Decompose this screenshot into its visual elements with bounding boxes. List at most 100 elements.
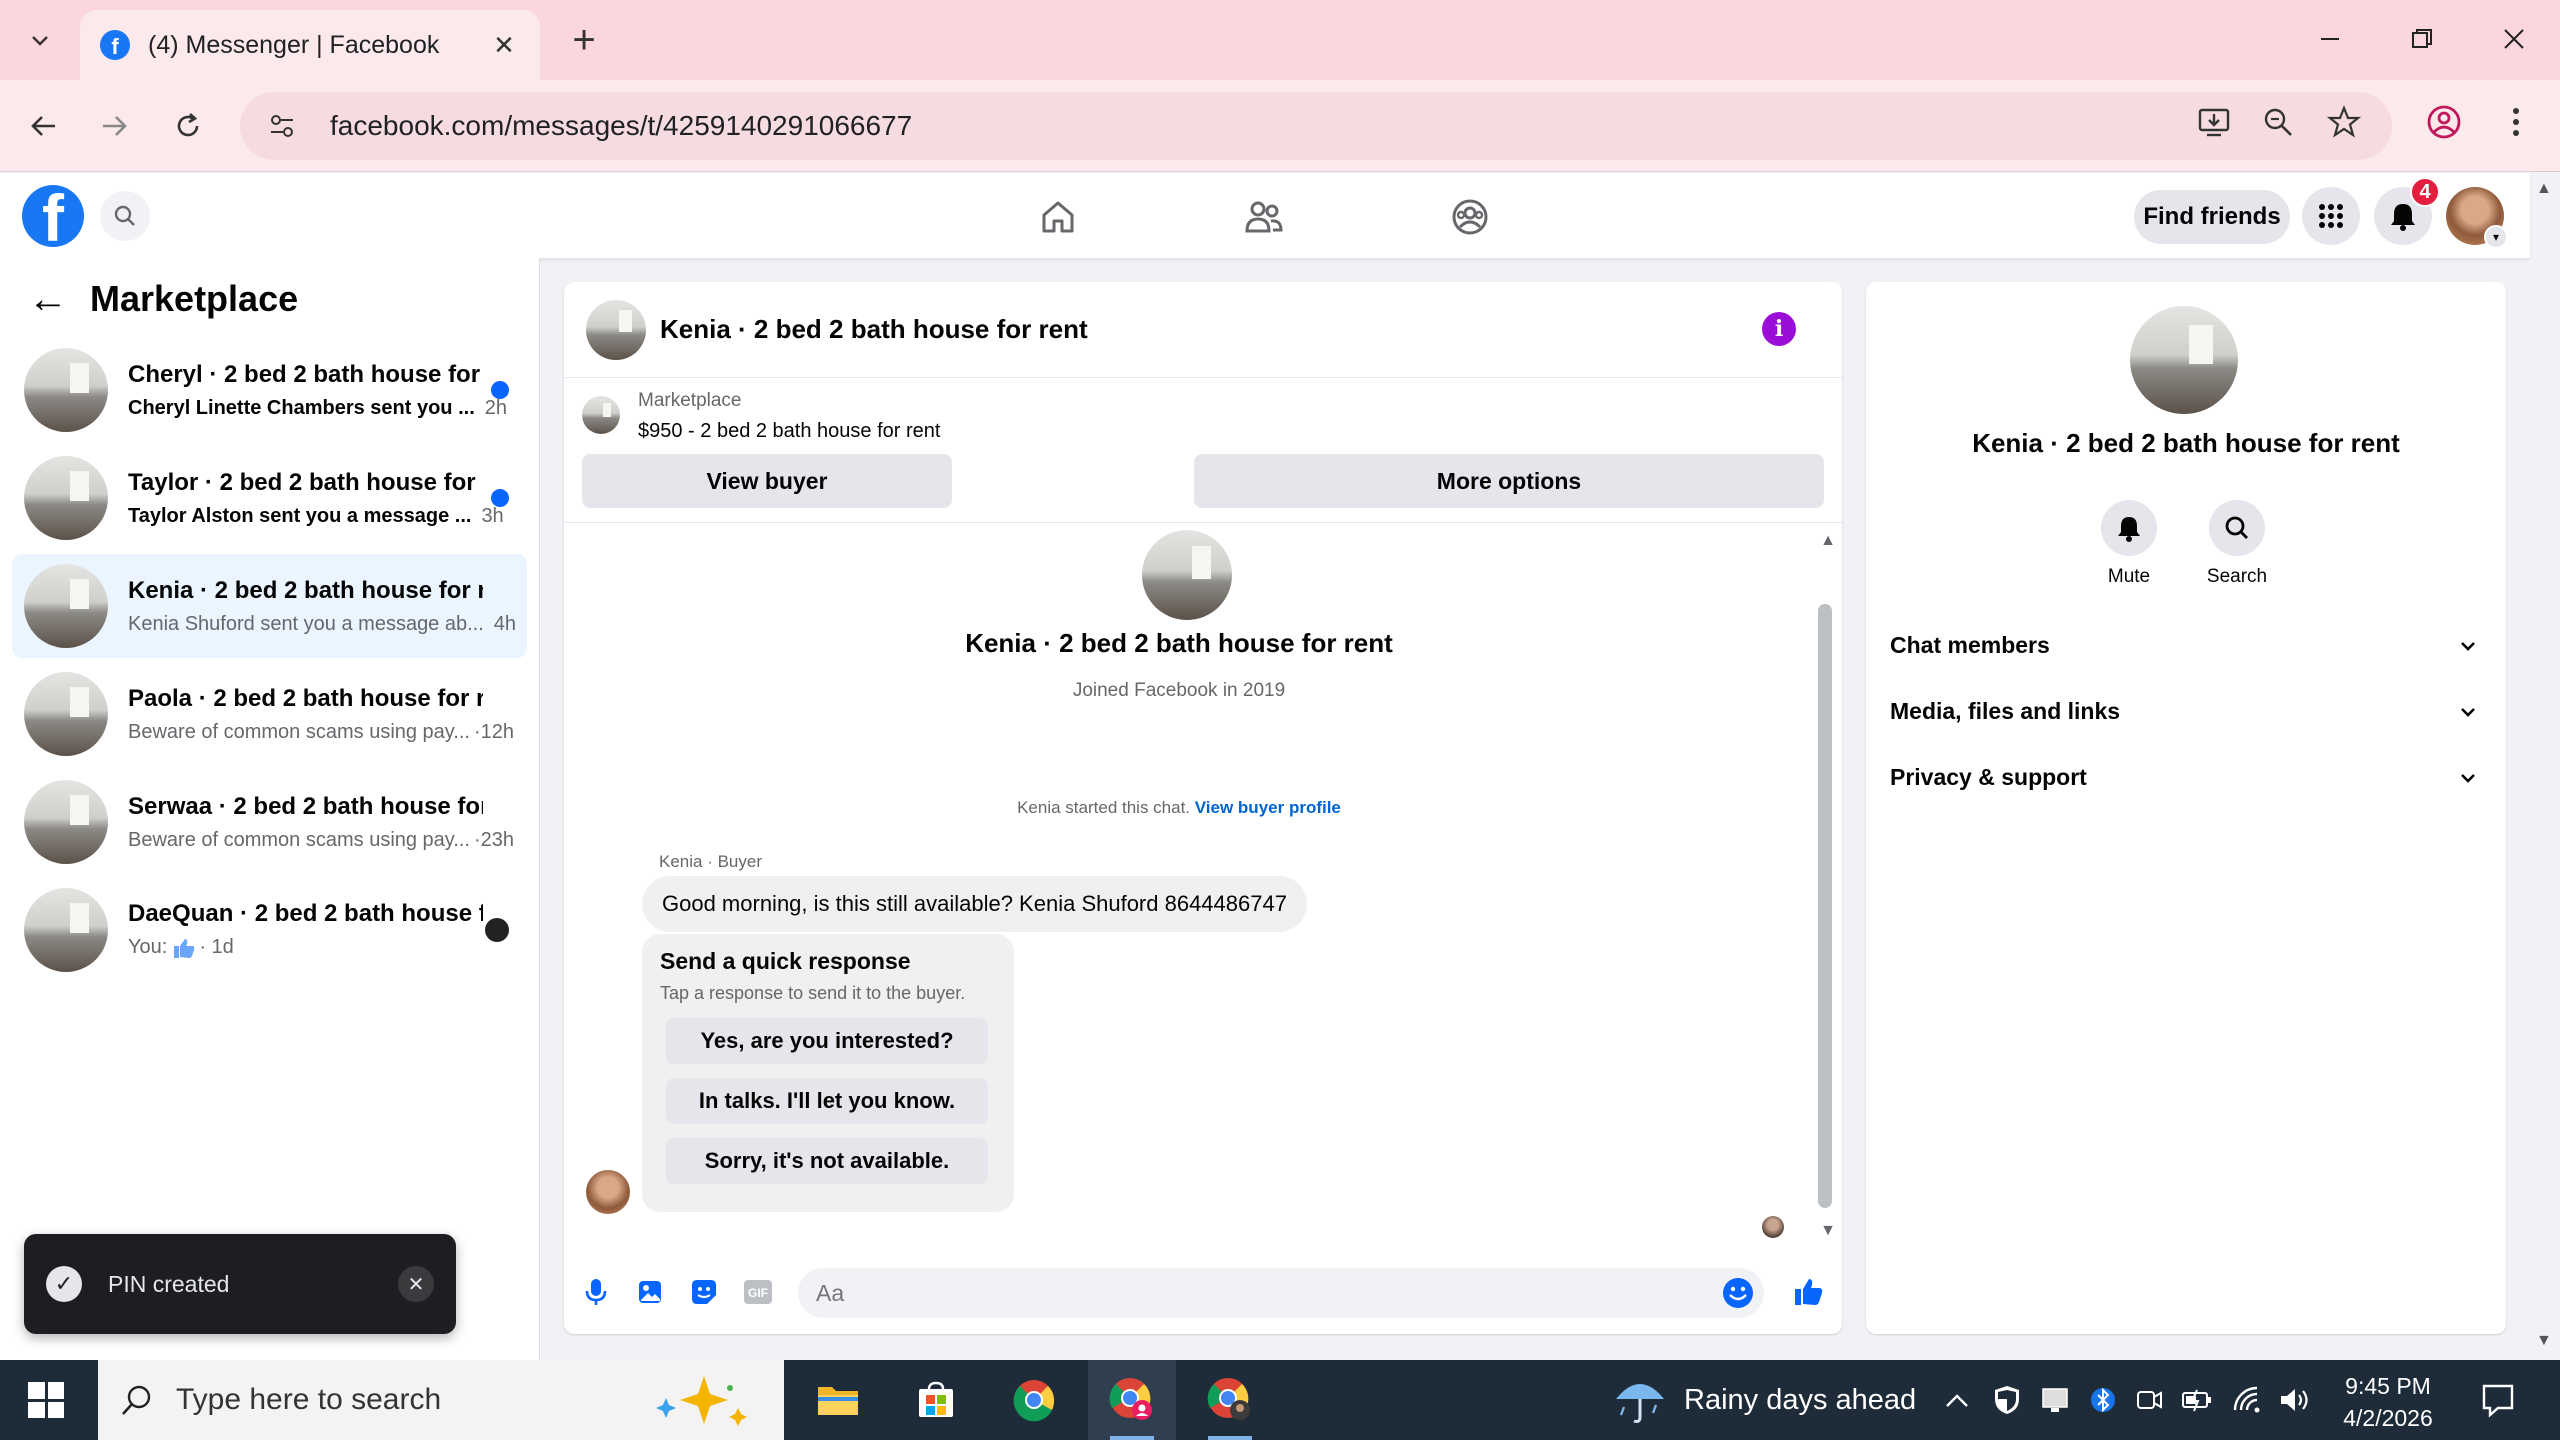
- volume-icon[interactable]: [2276, 1380, 2314, 1420]
- pin-created-toast: ✓ PIN created ✕: [24, 1234, 456, 1334]
- forward-button[interactable]: [88, 100, 140, 152]
- back-button[interactable]: [18, 100, 70, 152]
- more-options-button[interactable]: More options: [1194, 454, 1824, 508]
- new-tab-button[interactable]: +: [562, 20, 606, 60]
- find-friends-button[interactable]: Find friends: [2134, 190, 2290, 244]
- account-chevron-icon[interactable]: ▾: [2484, 225, 2508, 249]
- chevron-down-icon: [2460, 766, 2476, 789]
- chat-title[interactable]: Kenia · 2 bed 2 bath house for rent: [660, 314, 1088, 345]
- site-info-icon[interactable]: [264, 108, 300, 144]
- address-bar[interactable]: facebook.com/messages/t/4259140291066677: [240, 92, 2392, 160]
- message-input[interactable]: [816, 1279, 1696, 1307]
- chat-scrollbar[interactable]: [1818, 604, 1832, 1208]
- message-input-container: [798, 1268, 1764, 1318]
- window-minimize-button[interactable]: [2300, 14, 2360, 64]
- taskbar-search-box[interactable]: Type here to search: [98, 1360, 784, 1440]
- home-icon[interactable]: [1028, 189, 1088, 245]
- bluetooth-icon[interactable]: [2084, 1380, 2122, 1420]
- conversation-time: · 1d: [199, 936, 234, 958]
- quick-reply-button[interactable]: Yes, are you interested?: [666, 1018, 988, 1064]
- meet-now-icon[interactable]: [2130, 1380, 2168, 1420]
- buyer-avatar[interactable]: [586, 1170, 630, 1214]
- umbrella-rain-icon: [1616, 1384, 1664, 1423]
- sticker-icon[interactable]: [686, 1274, 722, 1310]
- tab-search-chevron-icon[interactable]: [18, 18, 62, 62]
- media-files-links-section[interactable]: Media, files and links: [1890, 686, 2482, 736]
- browser-menu-icon[interactable]: [2488, 94, 2544, 150]
- joined-facebook-text: Joined Facebook in 2019: [1072, 680, 1286, 701]
- scroll-down-arrow-icon[interactable]: ▼: [1820, 1222, 1836, 1240]
- buyer-profile-avatar[interactable]: [1142, 530, 1232, 620]
- emoji-icon[interactable]: [1720, 1275, 1756, 1311]
- window-restore-button[interactable]: [2392, 14, 2452, 64]
- battery-charging-icon[interactable]: [2178, 1380, 2216, 1420]
- conversation-item[interactable]: Taylor · 2 bed 2 bath house for r... Tay…: [12, 446, 527, 550]
- back-arrow-icon[interactable]: ←: [28, 279, 68, 319]
- photo-icon[interactable]: [632, 1274, 668, 1310]
- friends-icon[interactable]: [1234, 189, 1294, 245]
- weather-text: Rainy days ahead: [1684, 1383, 1917, 1416]
- facebook-search-button[interactable]: [100, 191, 150, 241]
- quick-reply-button[interactable]: Sorry, it's not available.: [666, 1138, 988, 1184]
- chrome-profile-icon[interactable]: [2416, 94, 2472, 150]
- window-close-button[interactable]: [2484, 14, 2544, 64]
- conversation-name: Cheryl · 2 bed 2 bath house for r...: [128, 360, 483, 388]
- menu-grid-icon[interactable]: [2302, 187, 2360, 245]
- chat-members-section[interactable]: Chat members: [1890, 620, 2482, 670]
- thumbs-up-send-icon[interactable]: [1790, 1274, 1826, 1310]
- marketplace-header: ← Marketplace: [28, 278, 298, 320]
- mute-action[interactable]: Mute: [2074, 500, 2184, 588]
- display-icon[interactable]: [2036, 1380, 2074, 1420]
- groups-icon[interactable]: [1440, 189, 1500, 245]
- conversation-item[interactable]: Cheryl · 2 bed 2 bath house for r... Che…: [12, 338, 527, 442]
- clock-date: 4/2/2026: [2343, 1405, 2433, 1431]
- conversation-item[interactable]: Serwaa · 2 bed 2 bath house for rent Bew…: [12, 770, 527, 874]
- mute-bell-icon[interactable]: [2101, 500, 2157, 556]
- page-scroll-up-icon[interactable]: ▲: [2536, 180, 2552, 198]
- privacy-support-section[interactable]: Privacy & support: [1890, 752, 2482, 802]
- marketplace-chat-list: ← Marketplace Cheryl · 2 bed 2 bath hous…: [0, 258, 540, 1360]
- details-name: Kenia · 2 bed 2 bath house for rent: [1972, 428, 2400, 458]
- chrome-icon[interactable]: [990, 1360, 1078, 1440]
- windows-start-icon[interactable]: [28, 1382, 64, 1418]
- message-composer: GIF: [564, 1252, 1842, 1332]
- quick-reply-button[interactable]: In talks. I'll let you know.: [666, 1078, 988, 1124]
- notification-center-icon[interactable]: [2478, 1380, 2518, 1420]
- weather-widget[interactable]: Rainy days ahead: [1612, 1360, 1916, 1440]
- install-app-icon[interactable]: [2186, 94, 2242, 150]
- scroll-up-arrow-icon[interactable]: ▲: [1820, 532, 1836, 550]
- browser-toolbar: facebook.com/messages/t/4259140291066677: [0, 80, 2560, 172]
- browser-tab-messenger[interactable]: f (4) Messenger | Facebook ✕: [80, 10, 540, 80]
- bookmark-star-icon[interactable]: [2316, 94, 2372, 150]
- chrome-profile-window-icon[interactable]: [1088, 1360, 1176, 1440]
- view-buyer-profile-link[interactable]: View buyer profile: [1195, 798, 1341, 817]
- file-explorer-icon[interactable]: [794, 1360, 882, 1440]
- listing-title: $950 - 2 bed 2 bath house for rent: [638, 420, 941, 442]
- gif-icon[interactable]: GIF: [740, 1274, 776, 1310]
- tray-overflow-chevron-icon[interactable]: [1938, 1380, 1976, 1420]
- system-clock[interactable]: 9:45 PM 4/2/2026: [2330, 1370, 2446, 1434]
- view-buyer-button[interactable]: View buyer: [582, 454, 952, 508]
- microsoft-store-icon[interactable]: [892, 1360, 980, 1440]
- details-avatar[interactable]: [2130, 306, 2238, 414]
- chrome-profile-2-icon[interactable]: [1186, 1360, 1274, 1440]
- search-action[interactable]: Search: [2182, 500, 2292, 588]
- reload-button[interactable]: [162, 100, 214, 152]
- search-icon[interactable]: [2209, 500, 2265, 556]
- zoom-icon[interactable]: [2250, 94, 2306, 150]
- page-scroll-down-icon[interactable]: ▼: [2536, 1332, 2552, 1350]
- facebook-logo-icon[interactable]: f: [22, 185, 84, 247]
- conversation-item-active[interactable]: Kenia · 2 bed 2 bath house for rent Keni…: [12, 554, 527, 658]
- tab-close-icon[interactable]: ✕: [488, 30, 520, 61]
- wifi-icon[interactable]: [2228, 1380, 2266, 1420]
- microphone-icon[interactable]: [578, 1274, 614, 1310]
- security-shield-icon[interactable]: [1988, 1380, 2026, 1420]
- conversation-info-icon[interactable]: i: [1762, 312, 1796, 346]
- chat-window: Kenia · 2 bed 2 bath house for rent i Ma…: [564, 282, 1842, 1334]
- conversation-item[interactable]: Paola · 2 bed 2 bath house for rent Bewa…: [12, 662, 527, 766]
- toast-close-icon[interactable]: ✕: [398, 1266, 434, 1302]
- marketplace-listing-row[interactable]: Marketplace $950 - 2 bed 2 bath house fo…: [582, 390, 940, 443]
- sparkle-decoration-icon: [656, 1376, 747, 1426]
- chat-header-avatar[interactable]: [586, 299, 646, 360]
- conversation-item[interactable]: DaeQuan · 2 bed 2 bath house f... You: ·…: [12, 878, 527, 982]
